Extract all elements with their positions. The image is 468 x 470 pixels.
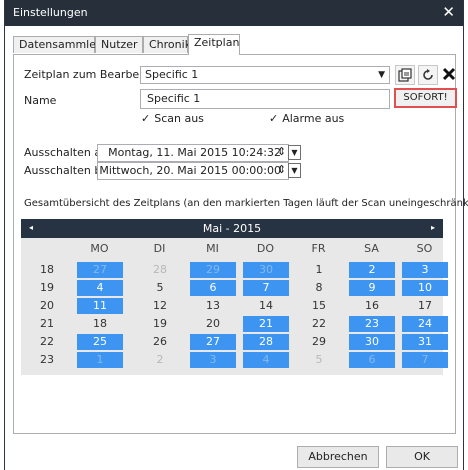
- calendar-day[interactable]: 15: [296, 298, 342, 314]
- off-from-datetime[interactable]: Montag, 11. Mai 2015 10:24:32: [97, 144, 289, 162]
- scan-off-label: Scan aus: [154, 112, 204, 125]
- week-number: 20: [40, 299, 54, 312]
- delete-icon[interactable]: [440, 65, 458, 85]
- week-number: 18: [40, 263, 54, 276]
- calendar-day[interactable]: 6: [190, 280, 236, 296]
- week-number: 23: [40, 353, 54, 366]
- ok-button[interactable]: OK: [386, 446, 458, 468]
- alarms-off-checkbox[interactable]: ✓ Alarme aus: [269, 112, 344, 125]
- calendar-day[interactable]: 23: [349, 316, 395, 332]
- alarms-off-label: Alarme aus: [282, 112, 345, 125]
- calendar-grid: MO DI MI DO FR SA SO 18 27 28 29 30 1 2 3 19 4 5 6 7 8 9 10 20 1…: [21, 238, 448, 375]
- title-bar: Einstellungen ✕: [5, 0, 463, 26]
- calendar-day[interactable]: 2: [137, 352, 183, 368]
- calendar-day[interactable]: 4: [243, 352, 289, 368]
- calendar-day[interactable]: 3: [402, 262, 448, 278]
- chevron-down-icon: ▼: [378, 70, 385, 80]
- calendar-day[interactable]: 2: [349, 262, 395, 278]
- calendar-day[interactable]: 19: [137, 316, 183, 332]
- calendar-day[interactable]: 30: [349, 334, 395, 350]
- calendar-day[interactable]: 21: [243, 316, 289, 332]
- calendar-day[interactable]: 7: [243, 280, 289, 296]
- calendar-day[interactable]: 24: [402, 316, 448, 332]
- calendar-day[interactable]: 28: [243, 334, 289, 350]
- window-title: Einstellungen: [13, 6, 88, 19]
- properties-icon[interactable]: [395, 65, 415, 85]
- calendar-day[interactable]: 16: [349, 298, 395, 314]
- tab-zeitplan[interactable]: Zeitplan: [188, 34, 240, 55]
- calendar-day[interactable]: 18: [77, 316, 123, 332]
- close-icon[interactable]: ✕: [442, 3, 455, 21]
- calendar-day[interactable]: 25: [77, 334, 123, 350]
- weekday-header: MO: [90, 242, 109, 255]
- weekday-header: SA: [364, 242, 379, 255]
- schedule-select-value: Specific 1: [145, 68, 199, 81]
- chevron-down-icon[interactable]: ▼: [288, 145, 301, 160]
- calendar-day[interactable]: 28: [137, 262, 183, 278]
- spinner-icon[interactable]: ⇕: [277, 163, 286, 176]
- sofort-button[interactable]: SOFORT!: [394, 88, 457, 108]
- scan-off-checkbox[interactable]: ✓ Scan aus: [141, 112, 204, 125]
- checkmark-icon: ✓: [269, 112, 279, 125]
- tab-datensammler[interactable]: Datensammler: [13, 36, 101, 53]
- cancel-button[interactable]: Abbrechen: [297, 446, 379, 468]
- calendar-day[interactable]: 14: [243, 298, 289, 314]
- calendar-day[interactable]: 29: [190, 262, 236, 278]
- off-to-datetime[interactable]: Mittwoch, 20. Mai 2015 00:00:00: [97, 162, 289, 180]
- off-from-value: Montag, 11. Mai 2015 10:24:32: [108, 146, 281, 159]
- calendar-day[interactable]: 3: [190, 352, 236, 368]
- calendar-day[interactable]: 13: [190, 298, 236, 314]
- calendar-day[interactable]: 9: [349, 280, 395, 296]
- week-number: 19: [40, 281, 54, 294]
- next-month-icon[interactable]: ▸: [431, 223, 435, 232]
- schedule-select[interactable]: Specific 1 ▼: [140, 66, 390, 84]
- name-input[interactable]: Specific 1: [140, 89, 390, 109]
- calendar-day[interactable]: 22: [296, 316, 342, 332]
- calendar-day[interactable]: 31: [402, 334, 448, 350]
- week-number: 22: [40, 335, 54, 348]
- calendar-day[interactable]: 5: [137, 280, 183, 296]
- calendar-day[interactable]: 6: [349, 352, 395, 368]
- settings-window: Einstellungen ✕ Datensammler Nutzer Chro…: [4, 0, 468, 470]
- calendar-month-label: Mai - 2015: [202, 222, 262, 235]
- week-number: 21: [40, 317, 54, 330]
- calendar-day[interactable]: 4: [77, 280, 123, 296]
- calendar-day[interactable]: 27: [190, 334, 236, 350]
- weekday-header: DO: [256, 242, 275, 255]
- calendar-day[interactable]: 1: [296, 262, 342, 278]
- calendar-day[interactable]: 30: [243, 262, 289, 278]
- calendar-header: ◂ Mai - 2015 ▸: [21, 219, 443, 238]
- calendar-day[interactable]: 11: [77, 298, 123, 314]
- chevron-down-icon[interactable]: ▼: [288, 163, 301, 178]
- checkmark-icon: ✓: [141, 112, 151, 125]
- weekday-header: MI: [206, 242, 219, 255]
- overview-caption: Gesamtübersicht des Zeitplans (an den ma…: [24, 198, 468, 209]
- calendar-day[interactable]: 8: [296, 280, 342, 296]
- weekday-header: DI: [153, 242, 166, 255]
- calendar-day[interactable]: 1: [77, 352, 123, 368]
- off-from-label: Ausschalten ab: [24, 146, 109, 159]
- tab-nutzer[interactable]: Nutzer: [95, 36, 143, 53]
- spinner-icon[interactable]: ⇕: [277, 145, 286, 158]
- off-to-value: Mittwoch, 20. Mai 2015 00:00:00: [99, 164, 281, 177]
- refresh-icon[interactable]: [418, 65, 438, 85]
- calendar-day[interactable]: 20: [190, 316, 236, 332]
- calendar-day[interactable]: 17: [402, 298, 448, 314]
- calendar-day[interactable]: 27: [77, 262, 123, 278]
- calendar-day[interactable]: 29: [296, 334, 342, 350]
- tab-chronik[interactable]: Chronik: [143, 36, 191, 53]
- calendar-day[interactable]: 26: [137, 334, 183, 350]
- name-label: Name: [24, 94, 57, 107]
- calendar-day[interactable]: 10: [402, 280, 448, 296]
- weekday-header: FR: [311, 242, 326, 255]
- calendar-day[interactable]: 12: [137, 298, 183, 314]
- weekday-header: SO: [416, 242, 433, 255]
- calendar-day[interactable]: 5: [296, 352, 342, 368]
- calendar-day[interactable]: 7: [402, 352, 448, 368]
